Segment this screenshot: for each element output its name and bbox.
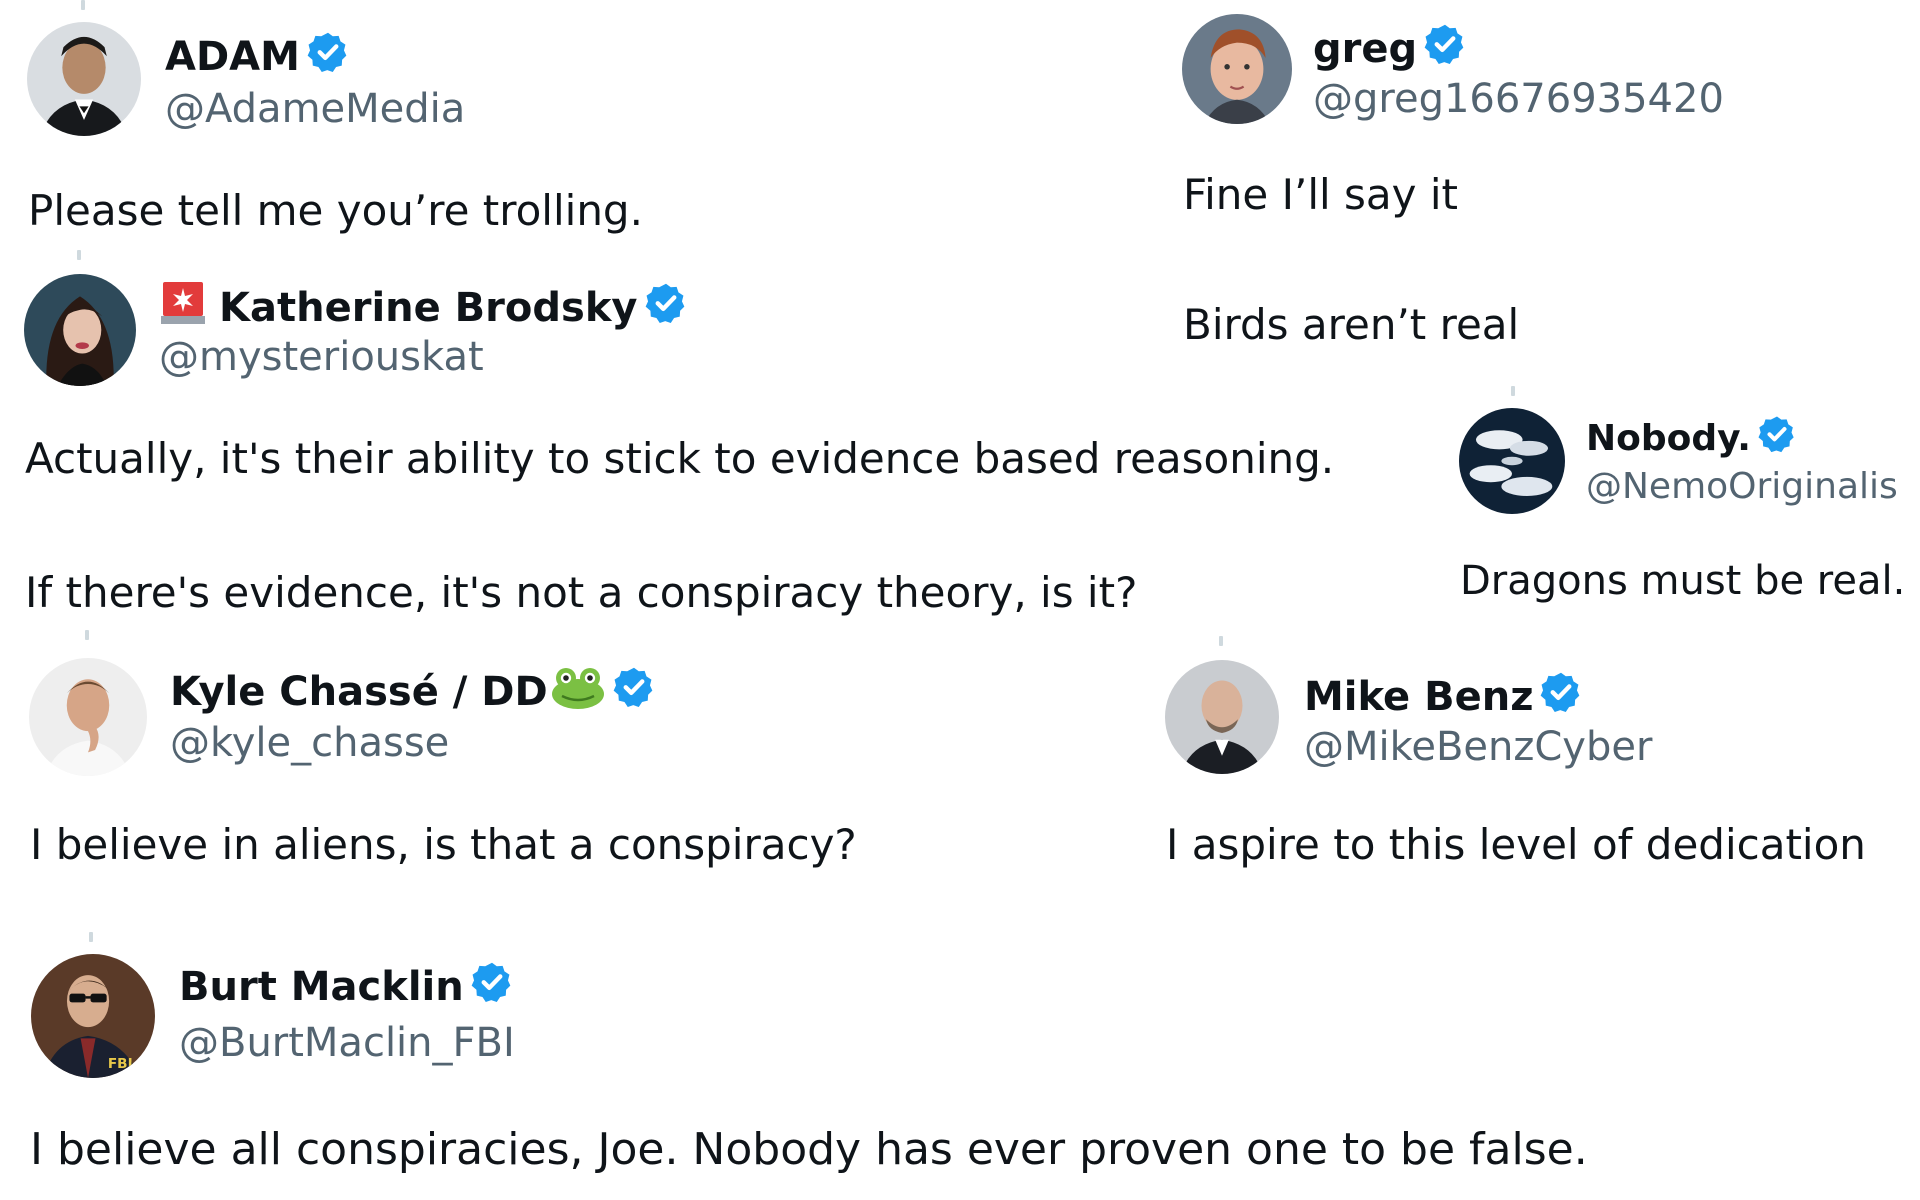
thread-connector bbox=[85, 630, 89, 640]
verified-badge-icon bbox=[1539, 670, 1583, 724]
user-handle[interactable]: @mysteriouskat bbox=[159, 334, 484, 380]
avatar-fbi-sunglasses-icon[interactable]: FBI bbox=[31, 954, 155, 1078]
user-handle[interactable]: @BurtMaclin_FBI bbox=[179, 1020, 515, 1066]
tweet-text: I believe in aliens, is that a conspirac… bbox=[30, 820, 857, 869]
verified-badge-icon bbox=[306, 30, 350, 84]
avatar-man-suit-icon[interactable] bbox=[27, 22, 141, 136]
avatar-red-hair-icon[interactable] bbox=[1182, 14, 1292, 124]
avatar-woman-icon[interactable] bbox=[24, 274, 136, 386]
tweet-text-line-2: If there's evidence, it's not a conspira… bbox=[25, 568, 1138, 617]
tweet-text: Dragons must be real. bbox=[1460, 558, 1906, 604]
thread-connector bbox=[1219, 636, 1223, 646]
verified-badge-icon bbox=[612, 665, 656, 719]
verified-badge-icon bbox=[644, 281, 688, 335]
avatar-clouds-icon[interactable] bbox=[1459, 408, 1565, 514]
tweet-text-line-1: Actually, it's their ability to stick to… bbox=[25, 434, 1335, 483]
avatar-man-thinking-icon[interactable] bbox=[29, 658, 147, 776]
display-name[interactable]: greg bbox=[1313, 26, 1417, 72]
display-name[interactable]: ADAM bbox=[165, 34, 300, 80]
avatar-bald-man-icon[interactable] bbox=[1165, 660, 1279, 774]
tweet-text-line-1: Fine I’ll say it bbox=[1183, 170, 1458, 219]
thread-connector bbox=[81, 0, 85, 10]
verified-badge-icon bbox=[470, 960, 514, 1014]
siren-emoji-icon bbox=[159, 280, 207, 336]
user-handle[interactable]: @kyle_chasse bbox=[170, 720, 449, 766]
tweet-text-line-2: Birds aren’t real bbox=[1183, 300, 1520, 349]
display-name[interactable]: Katherine Brodsky bbox=[219, 285, 638, 331]
thread-connector bbox=[89, 932, 93, 942]
tweet-text: Please tell me you’re trolling. bbox=[28, 186, 643, 235]
tweet-text: I believe all conspiracies, Joe. Nobody … bbox=[30, 1124, 1588, 1175]
user-handle[interactable]: @greg16676935420 bbox=[1313, 76, 1724, 122]
svg-text:FBI: FBI bbox=[108, 1056, 133, 1072]
verified-badge-icon bbox=[1423, 22, 1467, 76]
display-name[interactable]: Mike Benz bbox=[1304, 674, 1533, 720]
user-handle[interactable]: @MikeBenzCyber bbox=[1304, 724, 1652, 770]
thread-connector bbox=[1511, 386, 1515, 396]
tweet-text: I aspire to this level of dedication bbox=[1166, 820, 1866, 869]
display-name[interactable]: Kyle Chassé / DD bbox=[170, 669, 548, 715]
user-handle[interactable]: @AdameMedia bbox=[165, 86, 465, 132]
user-handle[interactable]: @NemoOriginalis bbox=[1586, 466, 1898, 507]
thread-connector bbox=[77, 250, 81, 260]
verified-badge-icon bbox=[1757, 414, 1797, 463]
frog-emoji-icon bbox=[550, 664, 606, 720]
display-name[interactable]: Burt Macklin bbox=[179, 964, 464, 1010]
display-name[interactable]: Nobody. bbox=[1586, 418, 1751, 459]
